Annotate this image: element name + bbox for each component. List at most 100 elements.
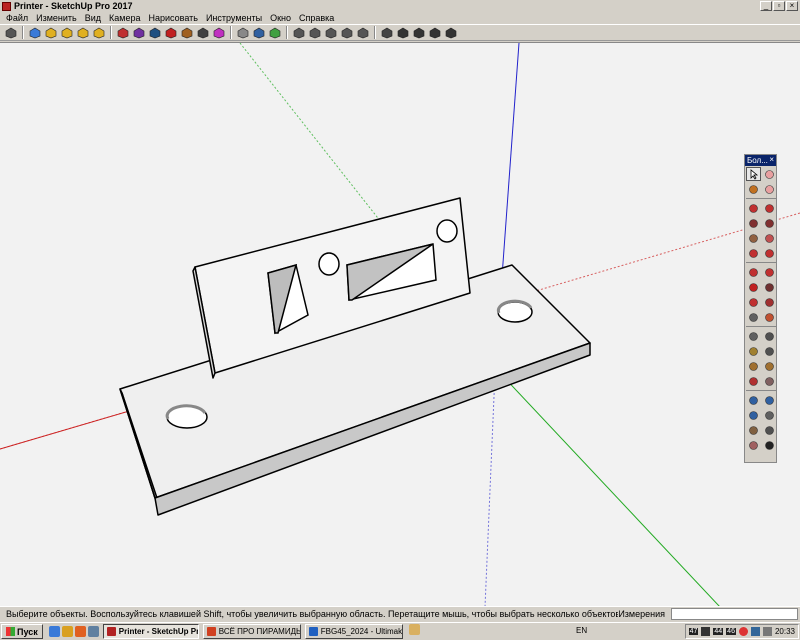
- palette-separator: [746, 325, 777, 327]
- view-back-icon[interactable]: [356, 26, 370, 40]
- start-button[interactable]: Пуск: [1, 624, 43, 639]
- scale-icon[interactable]: [746, 310, 761, 324]
- style-mono-icon[interactable]: [196, 26, 210, 40]
- menu-file[interactable]: Файл: [2, 13, 32, 23]
- view-front-icon[interactable]: [324, 26, 338, 40]
- footprint-icon[interactable]: [762, 438, 777, 452]
- tray-icon-b[interactable]: [738, 627, 748, 636]
- tray-badge-1[interactable]: 47: [688, 628, 699, 635]
- palette-title-bar[interactable]: Бол... ×: [745, 155, 776, 166]
- axes-icon[interactable]: [746, 359, 761, 373]
- style-texture-icon[interactable]: [180, 26, 194, 40]
- look-around-icon[interactable]: [762, 423, 777, 437]
- zoom-extents-icon[interactable]: [746, 408, 761, 422]
- clock[interactable]: 20:33: [775, 627, 795, 636]
- circle-icon[interactable]: [746, 231, 761, 245]
- select-arrow-icon[interactable]: [4, 26, 18, 40]
- maximize-button[interactable]: ▫: [773, 1, 785, 11]
- eraser-icon[interactable]: [762, 167, 777, 181]
- rotated-rect-icon[interactable]: [762, 216, 777, 230]
- rotate-icon[interactable]: [746, 295, 761, 309]
- language-indicator[interactable]: EN: [576, 626, 587, 635]
- taskbar-item[interactable]: ВСЁ ПРО ПИРАМИДЫ А...: [202, 624, 301, 639]
- section-icon[interactable]: [380, 26, 394, 40]
- house-2-icon[interactable]: [412, 26, 426, 40]
- style-shaded-icon[interactable]: [116, 26, 130, 40]
- measurements-field[interactable]: [671, 608, 798, 620]
- browser-icon[interactable]: [48, 626, 60, 637]
- menu-edit[interactable]: Изменить: [32, 13, 81, 23]
- shield-icon[interactable]: [236, 26, 250, 40]
- taskbar-item[interactable]: FBG45_2024 - Ultimaker ...: [304, 624, 403, 639]
- menu-camera[interactable]: Камера: [105, 13, 144, 23]
- tray-badge-2[interactable]: 44: [713, 628, 724, 635]
- move-icon[interactable]: [746, 280, 761, 294]
- zoom-window-icon[interactable]: [762, 393, 777, 407]
- rectangle-icon[interactable]: [746, 216, 761, 230]
- offset-icon[interactable]: [762, 310, 777, 324]
- view-iso-icon[interactable]: [292, 26, 306, 40]
- box-front-icon[interactable]: [76, 26, 90, 40]
- view-top-icon[interactable]: [308, 26, 322, 40]
- style-xray-icon[interactable]: [212, 26, 226, 40]
- menu-view[interactable]: Вид: [81, 13, 105, 23]
- paint-bucket-icon[interactable]: [746, 182, 761, 196]
- extension-icon[interactable]: [268, 26, 282, 40]
- close-button[interactable]: ×: [786, 1, 798, 11]
- zoom-icon[interactable]: [746, 393, 761, 407]
- task-list: Printer - SketchUp Pr... ВСЁ ПРО ПИРАМИДЫ…: [99, 624, 420, 639]
- walk-icon[interactable]: [746, 423, 761, 437]
- dimension-icon[interactable]: [762, 329, 777, 343]
- 3d-viewport[interactable]: Бол... ×: [0, 42, 800, 606]
- follow-me-icon[interactable]: [762, 295, 777, 309]
- pie-icon[interactable]: [762, 265, 777, 279]
- palette-separator: [746, 197, 777, 199]
- taskbar-item[interactable]: Printer - SketchUp Pr...: [102, 624, 199, 639]
- network-icon[interactable]: [750, 627, 760, 636]
- component-icon[interactable]: [28, 26, 42, 40]
- box-right-icon[interactable]: [92, 26, 106, 40]
- volume-icon[interactable]: [762, 627, 772, 636]
- menu-window[interactable]: Окно: [266, 13, 295, 23]
- desktop-icon[interactable]: [87, 626, 99, 637]
- media-icon[interactable]: [61, 626, 73, 637]
- model-scene: [0, 43, 800, 606]
- section-plane-icon[interactable]: [746, 438, 761, 452]
- text-icon[interactable]: [762, 344, 777, 358]
- tape-measure-icon[interactable]: [746, 329, 761, 343]
- pan-icon[interactable]: [762, 374, 777, 388]
- box-top-icon[interactable]: [60, 26, 74, 40]
- box-iso-icon[interactable]: [44, 26, 58, 40]
- menu-help[interactable]: Справка: [295, 13, 338, 23]
- house-3-icon[interactable]: [428, 26, 442, 40]
- protractor-icon[interactable]: [746, 344, 761, 358]
- push-pull-icon[interactable]: [762, 280, 777, 294]
- polygon-icon[interactable]: [762, 231, 777, 245]
- warehouse-icon[interactable]: [252, 26, 266, 40]
- window-icon[interactable]: [444, 26, 458, 40]
- freehand-icon[interactable]: [762, 201, 777, 215]
- arc-icon[interactable]: [746, 246, 761, 260]
- firefox-icon[interactable]: [74, 626, 86, 637]
- 3d-text-icon[interactable]: [762, 359, 777, 373]
- arc-2pt-icon[interactable]: [762, 246, 777, 260]
- pencil-icon[interactable]: [746, 201, 761, 215]
- style-hidden-icon[interactable]: [148, 26, 162, 40]
- position-camera-icon[interactable]: [762, 408, 777, 422]
- style-color-icon[interactable]: [164, 26, 178, 40]
- erase-icon[interactable]: [762, 182, 777, 196]
- menu-draw[interactable]: Нарисовать: [145, 13, 202, 23]
- style-wire-icon[interactable]: [132, 26, 146, 40]
- palette-close-button[interactable]: ×: [769, 155, 774, 164]
- orbit-icon[interactable]: [746, 374, 761, 388]
- tray-icon-a[interactable]: [701, 627, 711, 636]
- minimize-button[interactable]: _: [760, 1, 772, 11]
- paint-icon[interactable]: [408, 624, 420, 635]
- tray-badge-3[interactable]: 46: [726, 628, 736, 635]
- select-icon[interactable]: [746, 167, 761, 181]
- menu-tools[interactable]: Инструменты: [202, 13, 266, 23]
- arc-3pt-icon[interactable]: [746, 265, 761, 279]
- house-icon[interactable]: [396, 26, 410, 40]
- title-bar: Printer - SketchUp Pro 2017 _ ▫ ×: [0, 0, 800, 12]
- view-right-icon[interactable]: [340, 26, 354, 40]
